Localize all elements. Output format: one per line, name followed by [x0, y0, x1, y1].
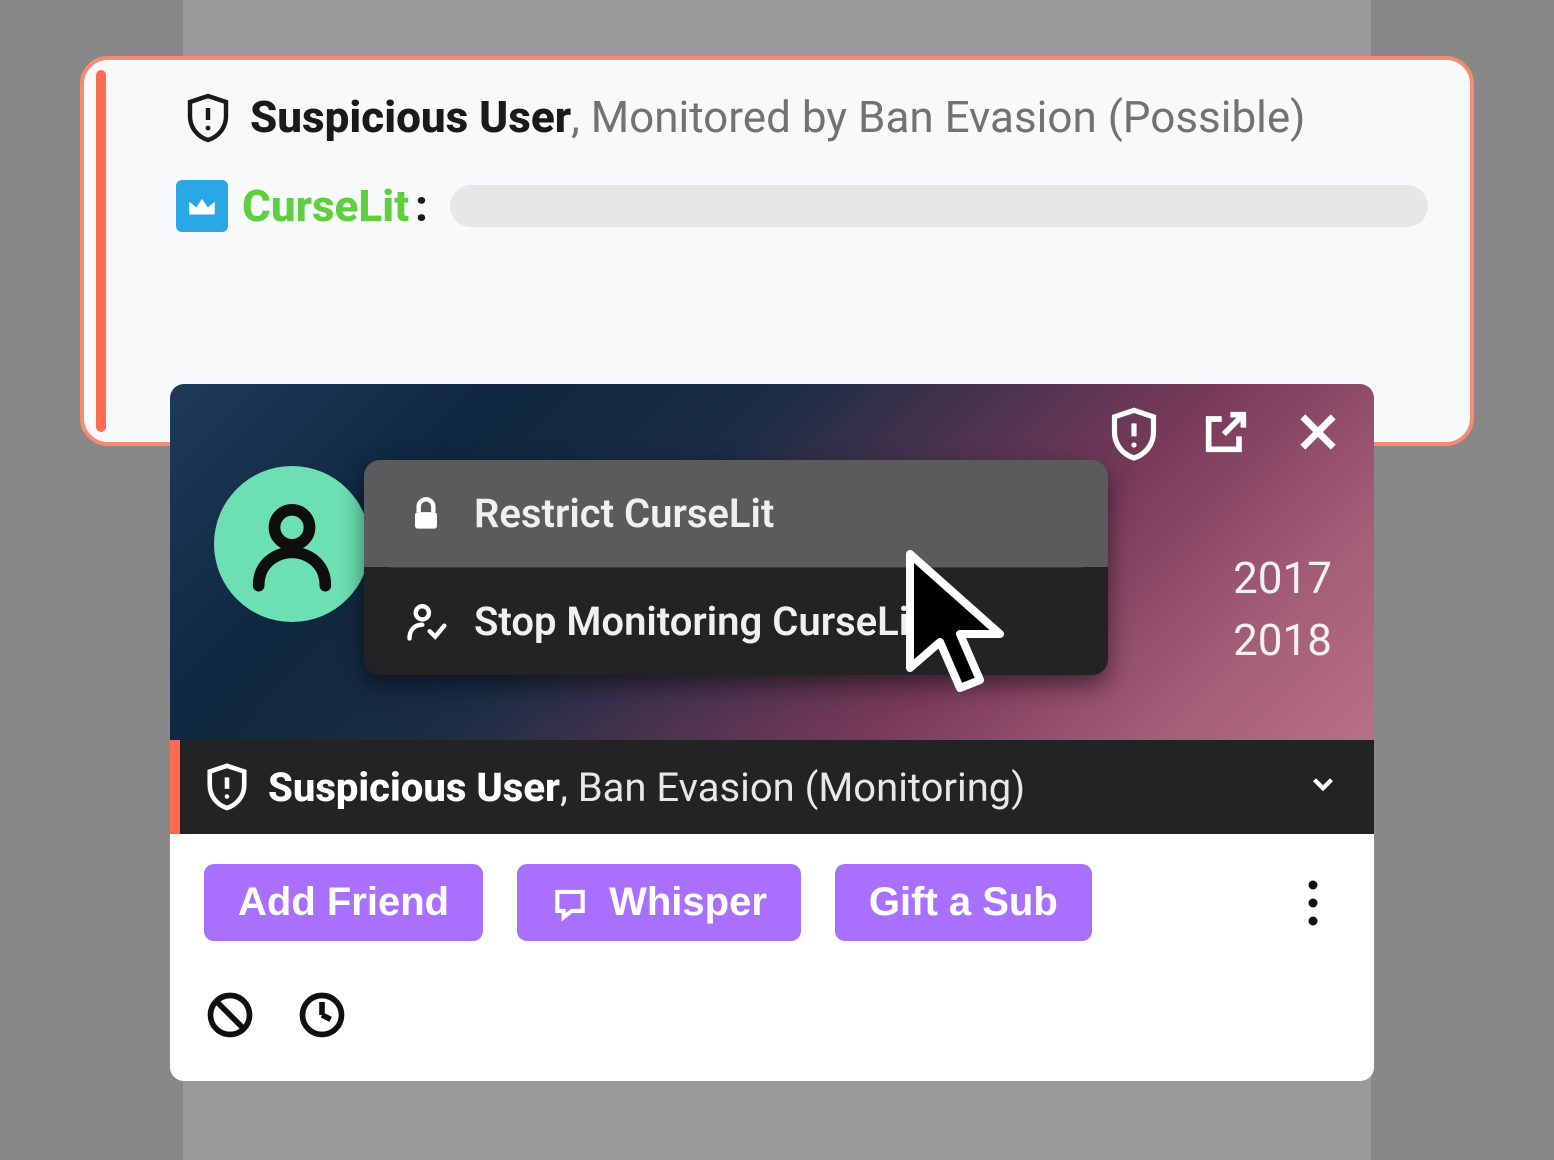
add-friend-label: Add Friend — [238, 880, 449, 925]
chevron-down-icon — [1306, 764, 1340, 811]
gift-sub-button[interactable]: Gift a Sub — [835, 864, 1092, 941]
status-rest: , Ban Evasion (Monitoring) — [560, 764, 1025, 811]
chat-colon: : — [415, 180, 428, 232]
stop-monitoring-item[interactable]: Stop Monitoring CurseLit — [364, 568, 1108, 675]
user-card: 2017 2018 Restrict CurseLit Stop Monitor… — [170, 384, 1374, 1081]
timeout-icon[interactable] — [296, 989, 348, 1041]
warning-strong: Suspicious User — [250, 91, 571, 143]
gift-sub-label: Gift a Sub — [869, 880, 1058, 925]
popout-icon[interactable] — [1200, 406, 1252, 458]
user-card-header: 2017 2018 Restrict CurseLit Stop Monitor… — [170, 384, 1374, 740]
year-a: 2017 — [1233, 552, 1332, 604]
ban-icon[interactable] — [204, 989, 256, 1041]
shield-warning-icon — [204, 762, 250, 812]
shield-warning-icon — [184, 92, 232, 144]
mod-tool-row — [170, 971, 1374, 1081]
more-options-button[interactable] — [1286, 871, 1340, 935]
avatar — [214, 466, 370, 622]
warning-row: Suspicious User, Monitored by Ban Evasio… — [114, 82, 1440, 150]
crown-badge-icon — [176, 180, 228, 232]
chat-username[interactable]: CurseLit — [242, 180, 409, 232]
restrict-user-label: Restrict CurseLit — [474, 490, 774, 537]
warning-text: Suspicious User, Monitored by Ban Evasio… — [250, 86, 1306, 150]
stop-monitoring-label: Stop Monitoring CurseLit — [474, 598, 923, 645]
shield-warning-icon[interactable] — [1108, 406, 1160, 458]
restrict-user-item[interactable]: Restrict CurseLit — [364, 460, 1108, 567]
accent-bar — [96, 70, 106, 432]
status-text-wrap: Suspicious User, Ban Evasion (Monitoring… — [268, 764, 1025, 811]
user-years: 2017 2018 — [1233, 552, 1332, 676]
add-friend-button[interactable]: Add Friend — [204, 864, 483, 941]
year-b: 2018 — [1233, 614, 1332, 666]
status-bar[interactable]: Suspicious User, Ban Evasion (Monitoring… — [170, 740, 1374, 834]
message-content-redacted — [450, 185, 1428, 227]
status-strong: Suspicious User — [268, 764, 560, 811]
action-row: Add Friend Whisper Gift a Sub — [170, 834, 1374, 971]
mod-action-dropdown: Restrict CurseLit Stop Monitoring CurseL… — [364, 460, 1108, 675]
message-row: CurseLit : — [114, 180, 1440, 232]
warning-rest: , Monitored by Ban Evasion (Possible) — [571, 91, 1305, 143]
close-icon[interactable] — [1292, 406, 1344, 458]
whisper-label: Whisper — [609, 880, 767, 925]
whisper-button[interactable]: Whisper — [517, 864, 801, 941]
